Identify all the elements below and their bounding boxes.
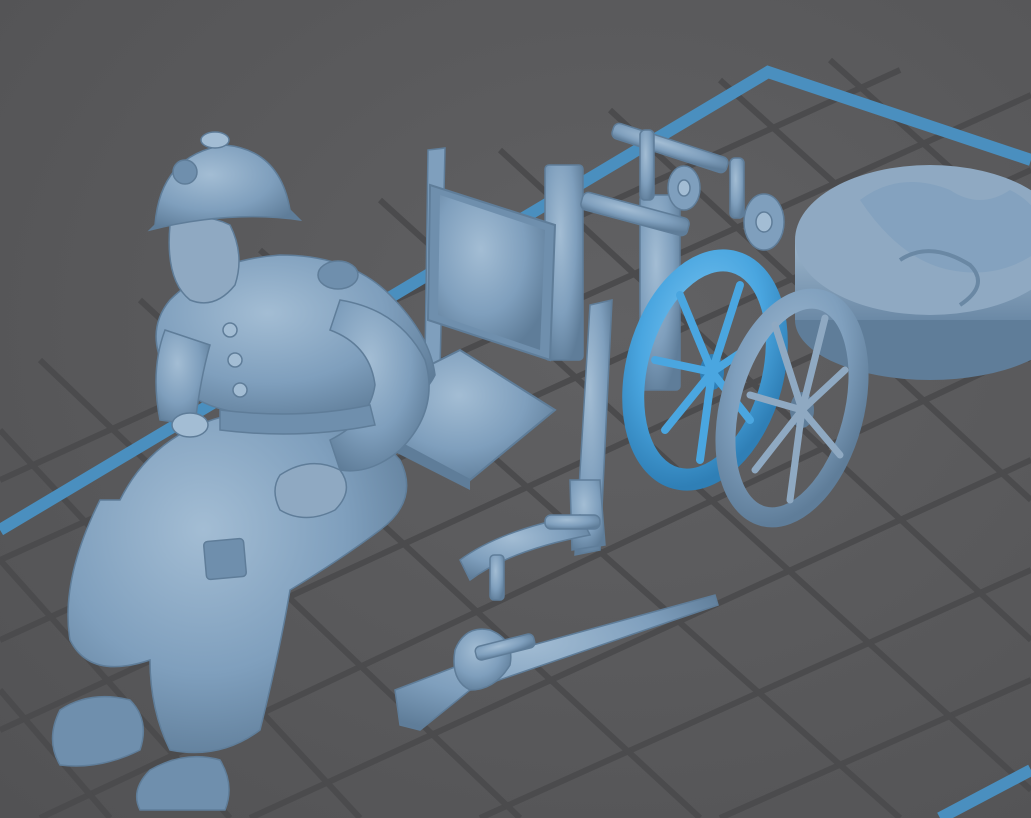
wheelchair-seat[interactable]: [393, 147, 557, 490]
musket-with-hand[interactable]: [394, 594, 719, 731]
3d-viewport[interactable]: [0, 0, 1031, 818]
round-base[interactable]: [795, 165, 1031, 380]
scene-canvas[interactable]: [0, 0, 1031, 818]
